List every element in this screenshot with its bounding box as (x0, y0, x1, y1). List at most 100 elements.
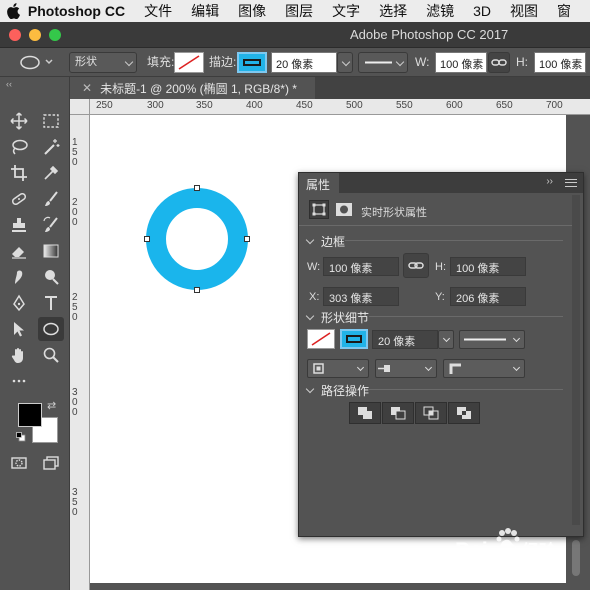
close-tab-icon[interactable]: ✕ (82, 81, 92, 95)
stroke-align-dropdown[interactable] (307, 359, 369, 378)
close-window-button[interactable] (9, 29, 21, 41)
bounds-y-field[interactable]: 206 像素 (450, 287, 526, 306)
shape-stroke-swatch[interactable] (340, 329, 368, 349)
history-brush-tool[interactable] (38, 213, 64, 237)
shape-fill-swatch[interactable] (307, 329, 335, 349)
height-label: H: (516, 55, 528, 69)
eyedropper-tool[interactable] (38, 161, 64, 185)
tool-mode-dropdown[interactable]: 形状 (69, 52, 137, 73)
move-tool[interactable] (6, 109, 32, 133)
watermark-brand-suffix: 经验 (522, 541, 557, 561)
menu-select[interactable]: 选择 (379, 1, 407, 21)
type-icon (45, 296, 57, 310)
path-operations-group (349, 402, 481, 424)
menu-layer[interactable]: 图层 (285, 1, 313, 21)
stroke-width-dropdown[interactable] (337, 52, 353, 73)
link-bounds-button[interactable] (403, 253, 429, 278)
smudge-tool[interactable] (6, 265, 32, 289)
brush-tool[interactable] (38, 187, 64, 211)
gradient-tool[interactable] (38, 239, 64, 263)
default-colors-icon[interactable] (16, 431, 26, 442)
pen-tool[interactable] (6, 291, 32, 315)
ellipse-shape[interactable] (90, 115, 290, 315)
path-selection-tool[interactable] (6, 317, 32, 341)
document-tab[interactable]: ✕ 未标题-1 @ 200% (椭圆 1, RGB/8*) * (70, 77, 315, 99)
mask-properties-button[interactable] (334, 200, 354, 219)
section-path-header[interactable]: 路径操作 (305, 382, 369, 399)
stroke-caps-dropdown[interactable] (375, 359, 437, 378)
swap-colors-icon[interactable]: ⇄ (47, 399, 56, 412)
panel-scrollbar[interactable] (572, 195, 580, 525)
zoom-tool[interactable] (38, 343, 64, 367)
shape-stroke-width-dropdown[interactable] (438, 330, 454, 349)
width-field[interactable]: 100 像素 (435, 52, 487, 73)
stamp-icon (12, 218, 26, 232)
section-shape-header[interactable]: 形状细节 (305, 309, 369, 326)
screen-mode-button[interactable] (38, 451, 64, 475)
marquee-tool[interactable] (38, 109, 64, 133)
edit-toolbar-button[interactable] (6, 369, 32, 393)
dodge-tool[interactable] (38, 265, 64, 289)
menu-image[interactable]: 图像 (238, 1, 266, 21)
document-tab-title: 未标题-1 @ 200% (椭圆 1, RGB/8*) * (100, 81, 297, 96)
ruler-origin[interactable] (70, 99, 90, 115)
collapse-toolbar-icon[interactable]: ‹‹ (6, 79, 12, 89)
ellipse-tool[interactable] (38, 317, 64, 341)
menu-type[interactable]: 文字 (332, 1, 360, 21)
h-label: H: (435, 261, 446, 273)
apple-icon[interactable] (0, 3, 28, 19)
shape-stroke-type-dropdown[interactable] (459, 330, 525, 349)
ruler-label: 0 (72, 157, 78, 168)
healing-brush-tool[interactable] (6, 187, 32, 211)
stroke-swatch[interactable] (237, 52, 267, 73)
subtract-front-shape-button[interactable] (382, 402, 414, 424)
bandage-icon (11, 192, 27, 206)
menu-file[interactable]: 文件 (144, 1, 172, 21)
section-bounds-header[interactable]: 边框 (305, 233, 345, 250)
link-dimensions-button[interactable] (488, 52, 510, 73)
stroke-width-field[interactable]: 20 像素 (271, 52, 337, 73)
zoom-window-button[interactable] (49, 29, 61, 41)
foreground-color-swatch[interactable] (18, 403, 42, 427)
type-tool[interactable] (38, 291, 64, 315)
menu-filter[interactable]: 滤镜 (426, 1, 454, 21)
minimize-window-button[interactable] (29, 29, 41, 41)
stroke-corners-dropdown[interactable] (443, 359, 525, 378)
shape-properties-button[interactable] (309, 200, 329, 219)
crop-tool[interactable] (6, 161, 32, 185)
eraser-tool[interactable] (6, 239, 32, 263)
menu-edit[interactable]: 编辑 (191, 1, 219, 21)
horizontal-ruler[interactable]: 250 300 350 400 450 500 550 600 650 700 (90, 99, 590, 115)
ellipse-icon (43, 322, 59, 336)
bounds-height-field[interactable]: 100 像素 (450, 257, 526, 276)
tool-preset-picker[interactable] (8, 52, 60, 73)
quick-mask-button[interactable] (6, 451, 32, 475)
vertical-ruler[interactable]: 1 5 0 2 0 0 2 5 0 3 0 0 3 5 0 (70, 115, 90, 590)
lasso-tool[interactable] (6, 135, 32, 159)
menu-window[interactable]: 窗 (557, 1, 571, 21)
menu-3d[interactable]: 3D (473, 3, 491, 19)
vertical-scrollbar[interactable] (572, 540, 580, 576)
quick-selection-tool[interactable] (38, 135, 64, 159)
menu-app-name[interactable]: Photoshop CC (28, 3, 125, 19)
baidu-logo: Bai 经验 jingyan.baidu.com (454, 528, 557, 576)
bounds-x-field[interactable]: 303 像素 (323, 287, 399, 306)
solid-line-icon (365, 61, 392, 64)
combine-shapes-button[interactable] (349, 402, 381, 424)
collapse-panel-icon[interactable]: ›› (546, 176, 553, 187)
clone-stamp-tool[interactable] (6, 213, 32, 237)
no-fill-icon (178, 55, 200, 70)
fill-swatch[interactable] (174, 52, 204, 73)
menu-view[interactable]: 视图 (510, 1, 538, 21)
solid-line-icon (464, 338, 506, 341)
hand-tool[interactable] (6, 343, 32, 367)
stroke-type-dropdown[interactable] (358, 52, 408, 73)
panel-menu-icon[interactable] (565, 179, 577, 187)
bounds-width-field[interactable]: 100 像素 (323, 257, 399, 276)
height-field[interactable]: 100 像素 (534, 52, 586, 73)
shape-stroke-width-field[interactable]: 20 像素 (372, 330, 438, 349)
properties-tab[interactable]: 属性 (299, 173, 339, 193)
exclude-overlap-button[interactable] (448, 402, 480, 424)
dodge-icon (45, 270, 59, 285)
intersect-shapes-button[interactable] (415, 402, 447, 424)
